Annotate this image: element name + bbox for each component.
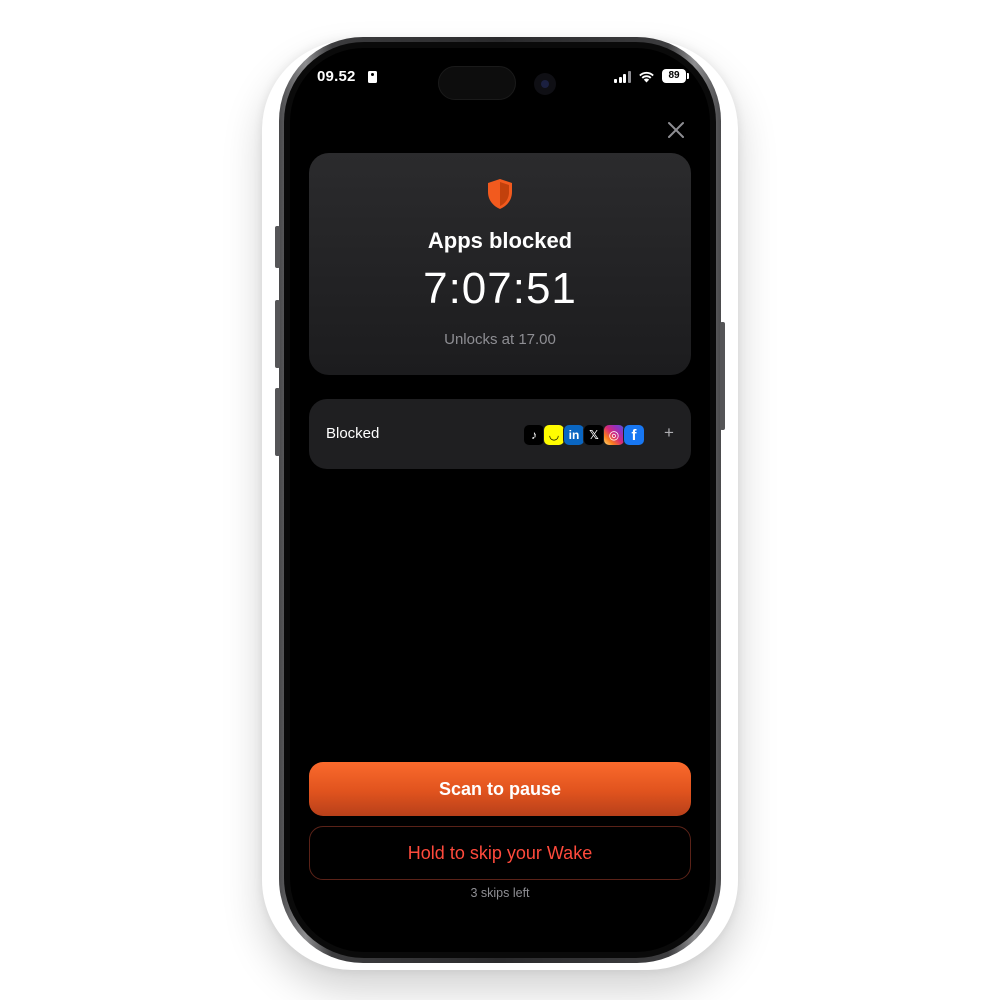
unlock-time-text: Unlocks at 17.00	[444, 331, 556, 348]
action-button	[275, 226, 280, 268]
skips-left-text: 3 skips left	[470, 886, 530, 900]
phone-screen: 09.52 89 Apps blocked 7:07:51 Unlocks at…	[290, 48, 710, 952]
timer-card: Apps blocked 7:07:51 Unlocks at 17.00	[309, 153, 691, 375]
x-icon: 𝕏	[583, 424, 605, 446]
tiktok-icon: ♪	[523, 424, 545, 446]
status-time: 09.52	[317, 68, 356, 85]
dynamic-island	[438, 66, 516, 100]
power-button	[720, 322, 725, 430]
focus-person-icon	[368, 71, 377, 83]
volume-up-button	[275, 300, 280, 368]
shield-icon	[488, 179, 512, 209]
battery-icon: 89	[662, 69, 689, 83]
countdown-timer: 7:07:51	[423, 264, 577, 313]
facebook-icon: f	[623, 424, 645, 446]
wifi-icon	[639, 71, 654, 83]
scan-to-pause-button[interactable]: Scan to pause	[309, 762, 691, 816]
volume-down-button	[275, 388, 280, 456]
instagram-icon: ◎	[603, 424, 625, 446]
cellular-signal-icon	[614, 71, 632, 83]
card-title: Apps blocked	[427, 228, 573, 253]
linkedin-icon: in	[563, 424, 585, 446]
close-button[interactable]	[664, 118, 688, 142]
hold-to-skip-button[interactable]: Hold to skip your Wake	[309, 826, 691, 880]
camera-icon	[534, 73, 556, 95]
snapchat-icon: ◡	[543, 424, 565, 446]
add-app-icon[interactable]: +	[664, 423, 674, 443]
blocked-label: Blocked	[326, 425, 380, 442]
blocked-apps-row[interactable]: Blocked ♪ ◡ in 𝕏 ◎ f +	[309, 399, 691, 469]
